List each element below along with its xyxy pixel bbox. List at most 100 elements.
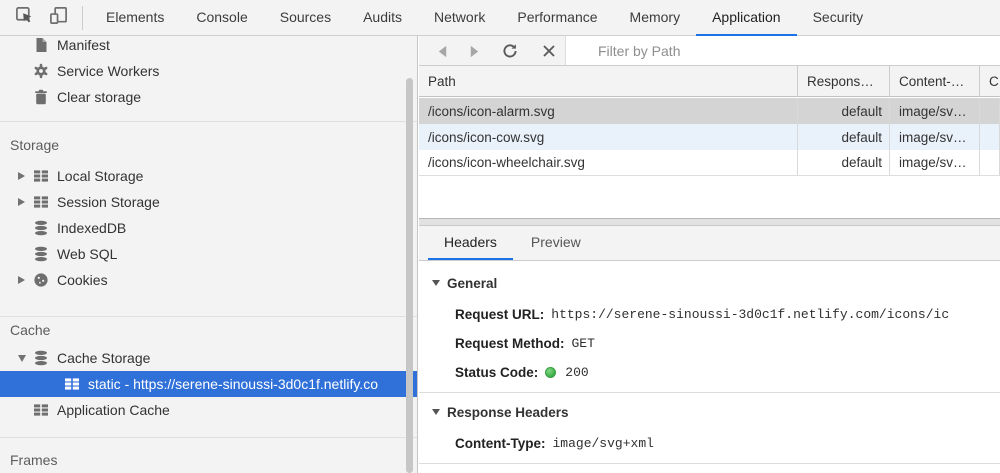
cache-storage-panel: Path Respons… Content-… C /icons/icon-al… — [419, 36, 1000, 473]
sidebar-item-label: Clear storage — [57, 89, 141, 105]
field-value: GET — [572, 336, 595, 351]
sidebar-item-cache-storage[interactable]: Cache Storage — [0, 345, 417, 371]
database-icon — [33, 220, 49, 236]
toggle-device-toolbar-button[interactable] — [48, 7, 69, 28]
cell-path: /icons/icon-cow.svg — [419, 124, 798, 150]
frames-section-header: Frames — [0, 447, 417, 473]
application-sidebar: Manifest Service Workers Clear storage S… — [0, 36, 418, 473]
refresh-icon — [502, 43, 518, 59]
expand-arrow-icon — [18, 198, 33, 206]
column-header-cut[interactable]: C — [980, 66, 1000, 96]
filter-by-path-input[interactable] — [566, 43, 1000, 59]
table-grid-icon — [33, 194, 49, 210]
database-icon — [33, 246, 49, 262]
delete-button[interactable] — [540, 42, 558, 60]
refresh-button[interactable] — [501, 42, 519, 60]
horizontal-splitter[interactable] — [419, 218, 1000, 226]
tab-network[interactable]: Network — [418, 0, 501, 36]
field-value: image/svg+xml — [553, 436, 654, 451]
sidebar-item-indexeddb[interactable]: IndexedDB — [0, 215, 417, 241]
cell-response: default — [798, 150, 890, 175]
expand-arrow-icon — [18, 276, 33, 284]
general-fields: Request URL: https://serene-sinoussi-3d0… — [455, 300, 1000, 387]
tab-console[interactable]: Console — [180, 0, 263, 36]
back-arrow-icon — [436, 45, 449, 58]
storage-section-items: Local Storage Session Storage IndexedDB — [0, 163, 417, 293]
panel-tabs: Elements Console Sources Audits Network … — [90, 0, 879, 35]
status-code-field: Status Code: 200 — [455, 358, 1000, 387]
cell-content: image/sv… — [890, 150, 980, 175]
sidebar-item-label: Application Cache — [57, 402, 170, 418]
field-label: Content-Type: — [455, 436, 546, 451]
cell-content: image/sv… — [890, 98, 980, 124]
gear-icon — [33, 63, 49, 79]
sidebar-item-label: Service Workers — [57, 63, 159, 79]
request-method-field: Request Method: GET — [455, 329, 1000, 358]
sidebar-item-web-sql[interactable]: Web SQL — [0, 241, 417, 267]
toolbar-separator — [82, 6, 83, 30]
expand-arrow-icon — [18, 172, 33, 180]
sidebar-item-label: Cache Storage — [57, 350, 150, 366]
sidebar-item-session-storage[interactable]: Session Storage — [0, 189, 417, 215]
table-grid-icon — [33, 168, 49, 184]
back-button[interactable] — [433, 42, 451, 60]
sidebar-item-service-workers[interactable]: Service Workers — [0, 58, 417, 84]
column-header-content[interactable]: Content-… — [890, 66, 980, 96]
sidebar-item-static-cache[interactable]: static - https://serene-sinoussi-3d0c1f.… — [0, 371, 417, 397]
sidebar-item-label: Local Storage — [57, 168, 143, 184]
field-label: Status Code: — [455, 365, 538, 380]
status-green-dot-icon — [545, 367, 556, 378]
trash-icon — [33, 89, 49, 105]
sidebar-item-clear-storage[interactable]: Clear storage — [0, 84, 417, 110]
sidebar-item-label: Session Storage — [57, 194, 160, 210]
cell-response: default — [798, 98, 890, 124]
tab-memory[interactable]: Memory — [614, 0, 697, 36]
inspect-element-button[interactable] — [14, 7, 35, 28]
tab-security[interactable]: Security — [797, 0, 880, 36]
field-label: Request URL: — [455, 307, 544, 322]
detail-tab-bar: Headers Preview — [419, 226, 1000, 261]
cell-cut — [980, 124, 1000, 150]
cache-toolbar — [419, 36, 1000, 66]
sidebar-scrollbar[interactable] — [406, 78, 413, 473]
tab-application[interactable]: Application — [696, 0, 797, 36]
sidebar-item-local-storage[interactable]: Local Storage — [0, 163, 417, 189]
cache-section-header: Cache — [0, 317, 417, 343]
forward-button[interactable] — [465, 42, 483, 60]
sidebar-item-manifest[interactable]: Manifest — [0, 36, 417, 58]
cell-response: default — [798, 124, 890, 150]
section-title: General — [447, 276, 497, 291]
tab-sources[interactable]: Sources — [264, 0, 347, 36]
section-title: Frames — [10, 452, 57, 468]
general-section-toggle[interactable]: General — [432, 274, 1000, 292]
table-grid-icon — [33, 402, 49, 418]
table-header-row: Path Respons… Content-… C — [419, 66, 1000, 97]
tab-preview[interactable]: Preview — [515, 226, 597, 260]
sidebar-item-label: IndexedDB — [57, 220, 126, 236]
table-row[interactable]: /icons/icon-wheelchair.svg default image… — [419, 150, 1000, 176]
section-title: Storage — [10, 137, 59, 153]
sidebar-item-application-cache[interactable]: Application Cache — [0, 397, 417, 423]
tab-audits[interactable]: Audits — [347, 0, 418, 36]
table-row[interactable]: /icons/icon-cow.svg default image/sv… — [419, 124, 1000, 150]
cell-cut — [980, 150, 1000, 175]
cache-section-items: Cache Storage static - https://serene-si… — [0, 345, 417, 423]
column-header-response[interactable]: Respons… — [798, 66, 890, 96]
cookie-icon — [33, 272, 49, 288]
response-headers-section-toggle[interactable]: Response Headers — [432, 403, 1000, 421]
sidebar-item-cookies[interactable]: Cookies — [0, 267, 417, 293]
tab-headers[interactable]: Headers — [428, 226, 513, 260]
sidebar-top-items: Manifest Service Workers Clear storage — [0, 36, 417, 110]
storage-section-header: Storage — [0, 132, 417, 158]
close-x-icon — [542, 44, 556, 58]
tab-elements[interactable]: Elements — [90, 0, 180, 36]
section-title: Response Headers — [447, 405, 569, 420]
collapse-arrow-icon — [432, 409, 440, 415]
table-row[interactable]: /icons/icon-alarm.svg default image/sv… — [419, 98, 1000, 124]
cell-content: image/sv… — [890, 124, 980, 150]
inspect-cursor-icon — [15, 6, 34, 30]
column-header-path[interactable]: Path — [419, 66, 798, 96]
response-headers-fields: Content-Type: image/svg+xml — [455, 429, 1000, 458]
tab-performance[interactable]: Performance — [501, 0, 613, 36]
database-icon — [33, 350, 49, 366]
